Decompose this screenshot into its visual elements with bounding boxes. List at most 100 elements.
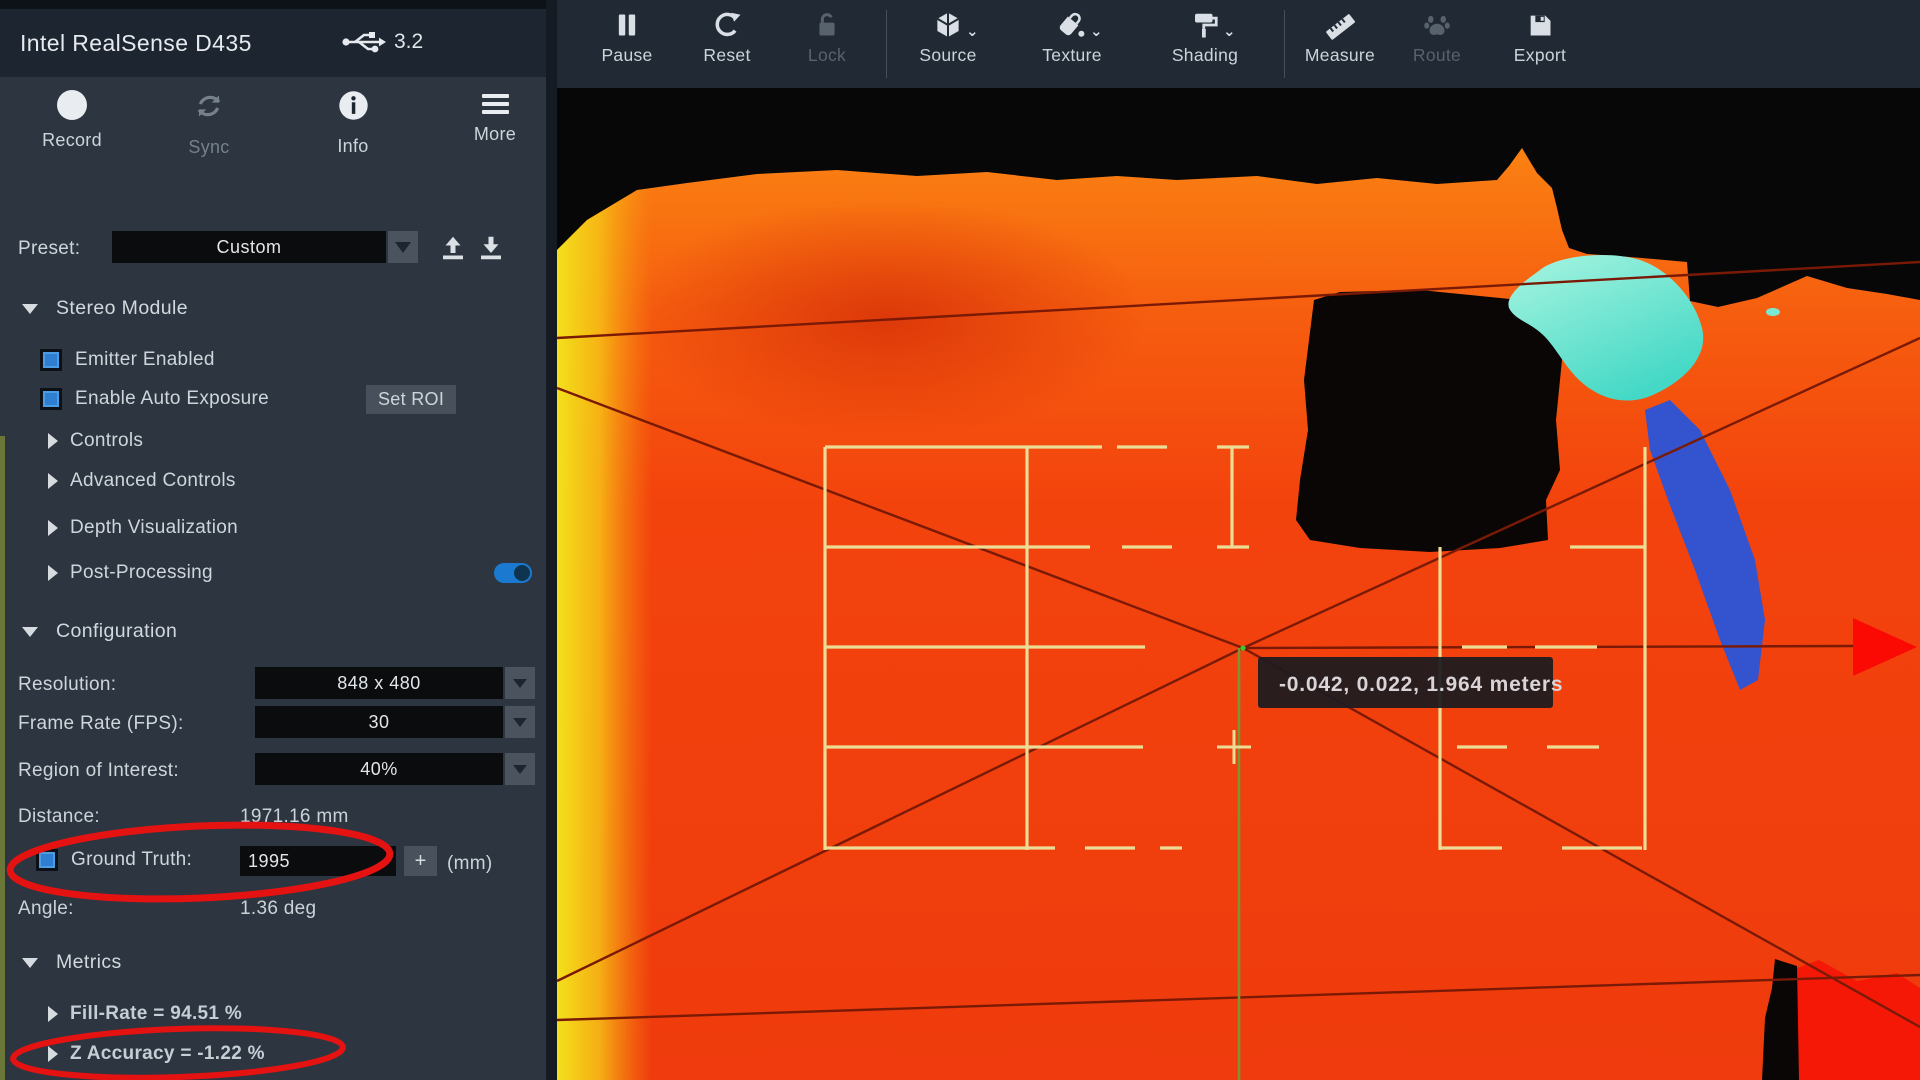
resolution-dropdown[interactable]: 848 x 480 xyxy=(255,667,503,699)
angle-value: 1.36 deg xyxy=(240,898,316,920)
emitter-enabled-checkbox[interactable] xyxy=(40,349,62,371)
export-save-icon xyxy=(1526,10,1554,40)
preset-label: Preset: xyxy=(18,238,80,260)
collapse-arrow-icon xyxy=(22,958,38,968)
export-button[interactable]: Export xyxy=(1492,8,1588,82)
roi-dropdown-arrow[interactable] xyxy=(505,753,535,785)
fill-rate-expander[interactable]: Fill-Rate = 94.51 % xyxy=(48,1003,242,1025)
frame-rate-label: Frame Rate (FPS): xyxy=(18,713,184,735)
stereo-module-header[interactable]: Stereo Module xyxy=(22,297,188,320)
more-button[interactable]: More xyxy=(445,90,545,145)
pause-icon xyxy=(613,10,641,40)
ground-truth-row: Ground Truth: xyxy=(36,849,192,871)
texture-button[interactable]: ⌄ Texture xyxy=(1024,8,1120,82)
expand-arrow-icon xyxy=(48,520,58,536)
collapse-arrow-icon xyxy=(22,304,38,314)
download-preset-icon[interactable] xyxy=(476,233,506,263)
expand-arrow-icon xyxy=(48,1046,58,1062)
toolbar-divider xyxy=(886,10,887,78)
chevron-down-icon: ⌄ xyxy=(1090,22,1103,40)
info-icon xyxy=(338,90,369,121)
controls-expander[interactable]: Controls xyxy=(48,430,143,452)
device-panel: Intel RealSense D435 3.2 xyxy=(0,0,557,1080)
expand-arrow-icon xyxy=(48,565,58,581)
source-cube-icon xyxy=(933,10,963,40)
realsense-viewer-window: Intel RealSense D435 3.2 xyxy=(0,0,1920,1080)
cyan-speck xyxy=(1766,308,1780,316)
dropdown-arrow-icon xyxy=(513,718,527,727)
configuration-header[interactable]: Configuration xyxy=(22,620,177,643)
dropdown-arrow-icon xyxy=(513,679,527,688)
measure-ruler-icon xyxy=(1324,10,1356,40)
toolbar-divider xyxy=(1284,10,1285,78)
fill-rate-value: Fill-Rate = 94.51 % xyxy=(70,1003,242,1025)
preset-dropdown[interactable]: Custom xyxy=(112,231,386,263)
device-header: Intel RealSense D435 3.2 xyxy=(0,9,546,77)
emitter-enabled-row: Emitter Enabled xyxy=(40,349,215,371)
dropdown-arrow-icon xyxy=(395,242,411,253)
measurement-tooltip: -0.042, 0.022, 1.964 meters xyxy=(1258,657,1563,708)
collapse-arrow-icon xyxy=(22,627,38,637)
lock-button[interactable]: Lock xyxy=(779,8,875,82)
route-paw-icon xyxy=(1422,10,1452,40)
frame-rate-dropdown[interactable]: 30 xyxy=(255,706,503,738)
device-title: Intel RealSense D435 xyxy=(20,30,252,57)
measure-point xyxy=(1240,645,1245,650)
texture-bucket-icon xyxy=(1057,10,1087,40)
expand-arrow-icon xyxy=(48,433,58,449)
record-icon xyxy=(57,90,87,120)
expand-arrow-icon xyxy=(48,473,58,489)
ground-truth-label: Ground Truth: xyxy=(71,849,192,871)
shading-button[interactable]: ⌄ Shading xyxy=(1157,8,1253,82)
auto-exposure-label: Enable Auto Exposure xyxy=(75,388,269,410)
viewport-toolbar: Pause Reset Lock xyxy=(557,0,1920,88)
tooltip-coordinates-text: -0.042, 0.022, 1.964 meters xyxy=(1279,673,1563,696)
panel-top-strip xyxy=(0,0,546,9)
z-accuracy-expander[interactable]: Z Accuracy = -1.22 % xyxy=(48,1043,265,1065)
reset-button[interactable]: Reset xyxy=(679,8,775,82)
depth-shadow-blob xyxy=(627,198,1147,438)
auto-exposure-checkbox[interactable] xyxy=(40,388,62,410)
resolution-dropdown-arrow[interactable] xyxy=(505,667,535,699)
frame-rate-dropdown-arrow[interactable] xyxy=(505,706,535,738)
sync-button[interactable]: Sync xyxy=(159,90,259,158)
depth-visualization-expander[interactable]: Depth Visualization xyxy=(48,517,238,539)
ground-truth-unit: (mm) xyxy=(447,853,493,875)
preset-dropdown-arrow[interactable] xyxy=(388,231,418,263)
post-processing-toggle[interactable] xyxy=(494,563,532,583)
dropdown-arrow-icon xyxy=(513,765,527,774)
pause-button[interactable]: Pause xyxy=(579,8,675,82)
angle-label: Angle: xyxy=(18,898,74,920)
depth-pointcloud-scene[interactable]: -0.042, 0.022, 1.964 meters xyxy=(557,88,1920,1080)
near-depth-yellow-edge xyxy=(557,148,652,1080)
record-button[interactable]: Record xyxy=(22,90,122,151)
metrics-header[interactable]: Metrics xyxy=(22,951,122,974)
emitter-enabled-label: Emitter Enabled xyxy=(75,349,215,371)
measure-button[interactable]: Measure xyxy=(1292,8,1388,82)
info-button[interactable]: Info xyxy=(303,90,403,157)
resolution-label: Resolution: xyxy=(18,674,116,696)
advanced-controls-expander[interactable]: Advanced Controls xyxy=(48,470,236,492)
window-edge-artifact xyxy=(0,436,5,1080)
roi-label: Region of Interest: xyxy=(18,760,179,782)
source-button[interactable]: ⌄ Source xyxy=(900,8,996,82)
reset-icon xyxy=(712,10,742,40)
z-accuracy-value: Z Accuracy = -1.22 % xyxy=(70,1043,265,1065)
lock-open-icon xyxy=(813,10,841,40)
occlusion-hole-box xyxy=(1296,290,1562,552)
usb-icon xyxy=(341,29,387,55)
auto-exposure-row: Enable Auto Exposure Set ROI xyxy=(40,388,520,410)
route-button[interactable]: Route xyxy=(1389,8,1485,82)
ground-truth-increment-button[interactable]: + xyxy=(404,846,437,876)
3d-viewport: Pause Reset Lock xyxy=(557,0,1920,1080)
roi-dropdown[interactable]: 40% xyxy=(255,753,503,785)
set-roi-button[interactable]: Set ROI xyxy=(366,385,456,414)
chevron-down-icon: ⌄ xyxy=(966,22,979,40)
chevron-down-icon: ⌄ xyxy=(1223,22,1236,40)
ground-truth-input[interactable] xyxy=(240,846,396,876)
upload-preset-icon[interactable] xyxy=(438,233,468,263)
ground-truth-checkbox[interactable] xyxy=(36,849,58,871)
post-processing-expander[interactable]: Post-Processing xyxy=(48,562,213,584)
usb-version: 3.2 xyxy=(394,30,423,54)
expand-arrow-icon xyxy=(48,1006,58,1022)
